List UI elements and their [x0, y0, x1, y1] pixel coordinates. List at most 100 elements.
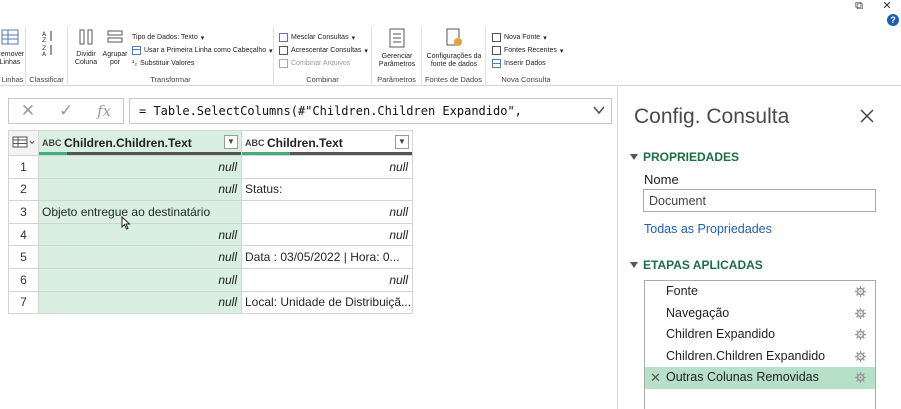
remover-linhas-label: Remover Linhas [0, 51, 25, 66]
cell-children-text[interactable]: null [241, 222, 413, 247]
dividir-coluna-button[interactable]: Dividir Coluna [70, 28, 102, 67]
gear-icon[interactable] [855, 350, 866, 362]
formula-bar[interactable]: = Table.SelectColumns(#"Children.Childre… [129, 98, 612, 124]
nova-fonte-button[interactable]: Nova Fonte ▾ [492, 32, 547, 43]
table-row[interactable]: 3 Objeto entregue ao destinatário null [8, 200, 413, 224]
cell-children-text[interactable]: Status: [241, 177, 413, 202]
sort-descending-icon[interactable]: ZA [42, 44, 54, 56]
cell-children-text[interactable]: Local: Unidade de Distribuiçã... [241, 290, 413, 315]
row-number[interactable]: 2 [8, 177, 39, 202]
acrescentar-consultas-button[interactable]: Acrescentar Consultas ▾ [279, 45, 368, 56]
chevron-down-icon: ▾ [200, 34, 205, 42]
ribbon-group-fontes: Configurações da fonte de dados Fontes d… [422, 26, 486, 86]
sort-ascending-icon[interactable]: AZ [42, 30, 54, 42]
cell-children-children-text[interactable]: null [38, 222, 242, 247]
applied-step[interactable]: Fonte [645, 281, 875, 303]
cell-children-children-text[interactable]: null [38, 155, 242, 179]
gear-icon[interactable] [855, 286, 866, 297]
cell-children-children-text[interactable]: null [38, 177, 242, 202]
column-filter-button[interactable]: ▼ [395, 135, 409, 149]
nome-field[interactable] [643, 189, 876, 212]
table-row[interactable]: 4 null null [8, 222, 413, 247]
cell-children-children-text[interactable]: Objeto entregue ao destinatário [38, 200, 242, 224]
cell-children-children-text[interactable]: null [38, 290, 242, 315]
replace-values-icon: ¹₂ [132, 60, 138, 67]
cell-children-text[interactable]: Data : 03/05/2022 | Hora: 0... [241, 245, 413, 269]
chevron-down-icon: ▾ [269, 47, 273, 55]
section-propriedades[interactable]: PROPRIEDADES [630, 150, 739, 164]
close-window-button[interactable]: ✕ [873, 0, 901, 14]
ribbon-group-parametros: Gerenciar Parâmetros Parâmetros [372, 26, 422, 86]
table-row[interactable]: 5 null Data : 03/05/2022 | Hora: 0... [8, 245, 413, 269]
ribbon-group-classificar: AZ ZA Classificar [26, 26, 68, 86]
agrupar-por-button[interactable]: Agrupar por [100, 28, 130, 67]
column-header-children-children-text[interactable]: ABC Children.Children.Text ▼ [38, 130, 242, 156]
data-source-settings-icon [446, 28, 462, 46]
text-type-icon[interactable]: ABC [42, 138, 64, 148]
row-number[interactable]: 1 [8, 155, 39, 179]
group-label-linhas: Linhas [1, 75, 24, 84]
close-icon[interactable] [859, 108, 875, 124]
formula-text[interactable]: = Table.SelectColumns(#"Children.Childre… [139, 104, 522, 118]
fontes-recentes-button[interactable]: Fontes Recentes ▾ [492, 45, 563, 56]
applied-step[interactable]: Children Expandido [645, 324, 875, 346]
fx-icon[interactable]: fx [97, 102, 111, 120]
svg-text:A: A [42, 51, 47, 56]
cell-children-text[interactable]: null [241, 200, 413, 224]
todas-propriedades-link[interactable]: Todas as Propriedades [644, 222, 772, 236]
restore-button[interactable]: ⧉ [845, 0, 873, 14]
new-source-icon [492, 33, 501, 42]
nome-label: Nome [644, 172, 679, 187]
row-number[interactable]: 3 [8, 200, 39, 224]
table-row[interactable]: 7 null Local: Unidade de Distribuiçã... [8, 290, 413, 315]
table-menu-button[interactable] [8, 130, 39, 156]
gear-icon[interactable] [855, 372, 866, 383]
column-name: Children.Text [267, 136, 343, 150]
applied-step[interactable]: Children.Children Expandido [645, 346, 875, 368]
row-number[interactable]: 5 [8, 245, 39, 269]
section-etapas[interactable]: ETAPAS APLICADAS [630, 258, 763, 272]
gerenciar-parametros-label: Gerenciar Parâmetros [378, 53, 416, 68]
configuracoes-fonte-button[interactable]: Configurações da fonte de dados [424, 28, 484, 69]
table-row[interactable]: 1 null null [8, 155, 413, 179]
cell-children-children-text[interactable]: null [38, 267, 242, 292]
header-row-icon [132, 46, 141, 55]
tipo-de-dados-label: Tipo de Dados: Texto [132, 34, 198, 41]
substituir-valores-button[interactable]: ¹₂ Substituir Valores [132, 58, 194, 69]
step-label: Children.Children Expandido [666, 348, 826, 363]
table-row[interactable]: 2 null Status: [8, 177, 413, 202]
column-name: Children.Children.Text [64, 136, 192, 150]
combinar-arquivos-button[interactable]: Combinar Arquivos [279, 58, 350, 69]
cell-children-text[interactable]: null [241, 155, 413, 179]
help-icon[interactable]: ? [887, 14, 899, 26]
substituir-valores-label: Substituir Valores [140, 60, 195, 67]
mesclar-consultas-label: Mesclar Consultas [291, 34, 349, 41]
gear-icon[interactable] [855, 329, 866, 340]
primeira-linha-button[interactable]: Usar a Primeira Linha como Cabeçalho ▾ [132, 45, 273, 56]
cancel-icon[interactable]: ✕ [21, 101, 35, 121]
delete-step-icon[interactable]: ✕ [650, 367, 661, 388]
row-number[interactable]: 7 [8, 290, 39, 315]
chevron-down-icon[interactable] [592, 103, 606, 117]
inserir-dados-label: Inserir Dados [504, 60, 546, 67]
gerenciar-parametros-button[interactable]: Gerenciar Parâmetros [374, 28, 420, 69]
gear-icon[interactable] [855, 307, 866, 319]
table-row[interactable]: 6 null null [8, 267, 413, 292]
mouse-cursor-icon [121, 216, 131, 230]
tipo-de-dados-dropdown[interactable]: Tipo de Dados: Texto ▾ [132, 32, 204, 43]
step-label: Navegação [666, 305, 730, 320]
row-number[interactable]: 6 [8, 267, 39, 292]
applied-step[interactable]: ✕ Outras Colunas Removidas [645, 367, 875, 389]
table-icon [12, 136, 35, 147]
text-type-icon[interactable]: ABC [245, 138, 267, 148]
cell-children-text[interactable]: null [241, 267, 413, 292]
confirm-icon[interactable]: ✓ [59, 101, 73, 121]
column-header-children-text[interactable]: ABC Children.Text ▼ [241, 130, 413, 156]
inserir-dados-button[interactable]: Inserir Dados [492, 58, 546, 69]
cell-children-children-text[interactable]: null [38, 245, 242, 269]
applied-step[interactable]: Navegação [645, 303, 875, 325]
column-filter-button[interactable]: ▼ [224, 135, 238, 149]
row-number[interactable]: 4 [8, 222, 39, 247]
mesclar-consultas-button[interactable]: Mesclar Consultas ▾ [279, 32, 355, 43]
remover-linhas-button[interactable]: Remover Linhas [0, 28, 26, 67]
